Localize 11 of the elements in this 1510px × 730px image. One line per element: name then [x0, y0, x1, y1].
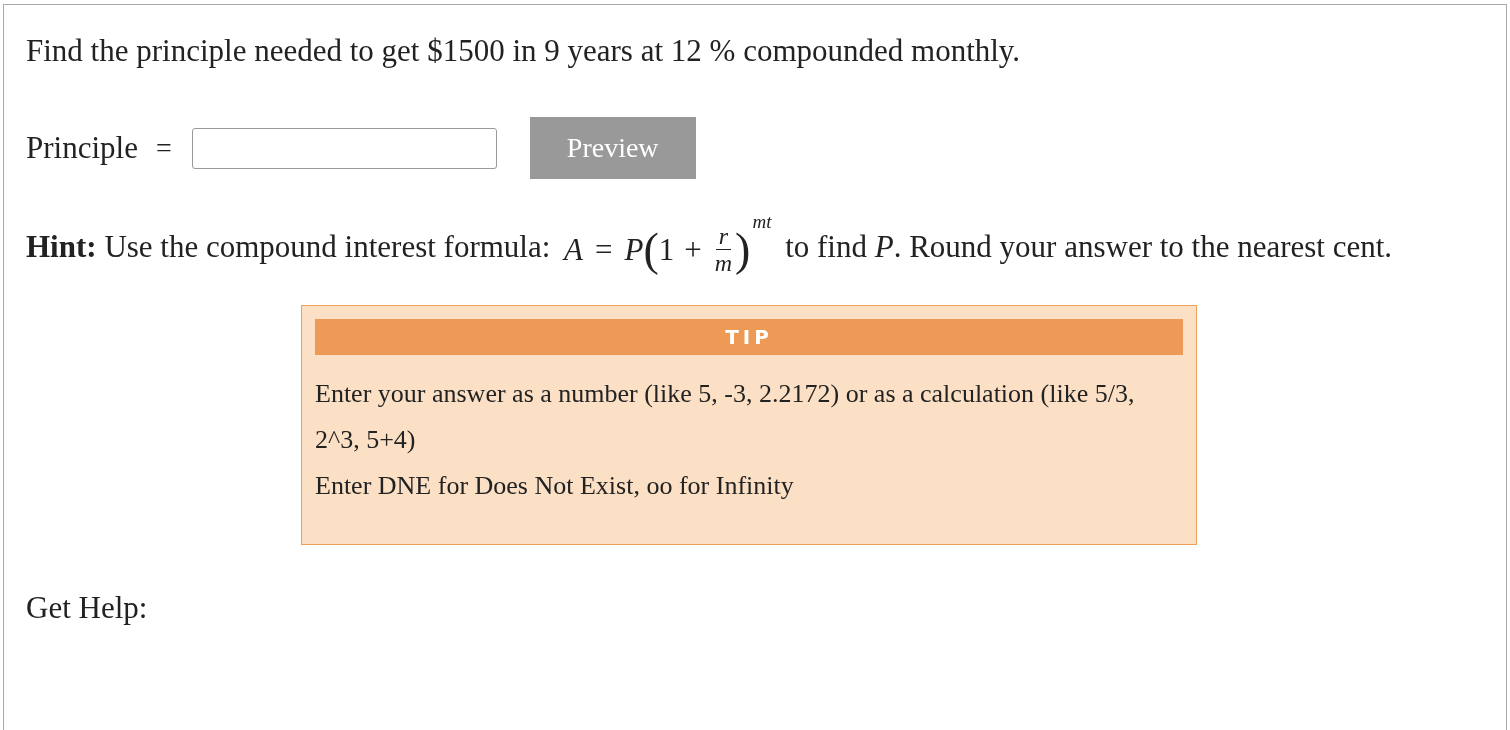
- hint-text: to find P. Round your answer to the nearest cent.: [785, 229, 1393, 264]
- tip-text: Enter your answer as a number (like 5, -3, 2.2172) or as a calculation (like 5/3, 2^3, 5+4): [315, 377, 1136, 456]
- tip-header: TIP: [315, 318, 1183, 355]
- hint-text: Hint: Use the compound interest formula:: [26, 229, 551, 264]
- preview-button[interactable]: Preview: [529, 117, 696, 179]
- question-text: Find the principle needed to get $1500 in 9 years at 12 % compounded monthly.: [26, 32, 1022, 70]
- tip-text: Enter DNE for Does Not Exist, oo for Infinity: [315, 469, 795, 502]
- answer-field[interactable]: [191, 127, 497, 169]
- equals-sign: =: [155, 131, 172, 165]
- get-help-label: Get Help:: [26, 588, 149, 627]
- answer-label: Principle: [26, 128, 138, 167]
